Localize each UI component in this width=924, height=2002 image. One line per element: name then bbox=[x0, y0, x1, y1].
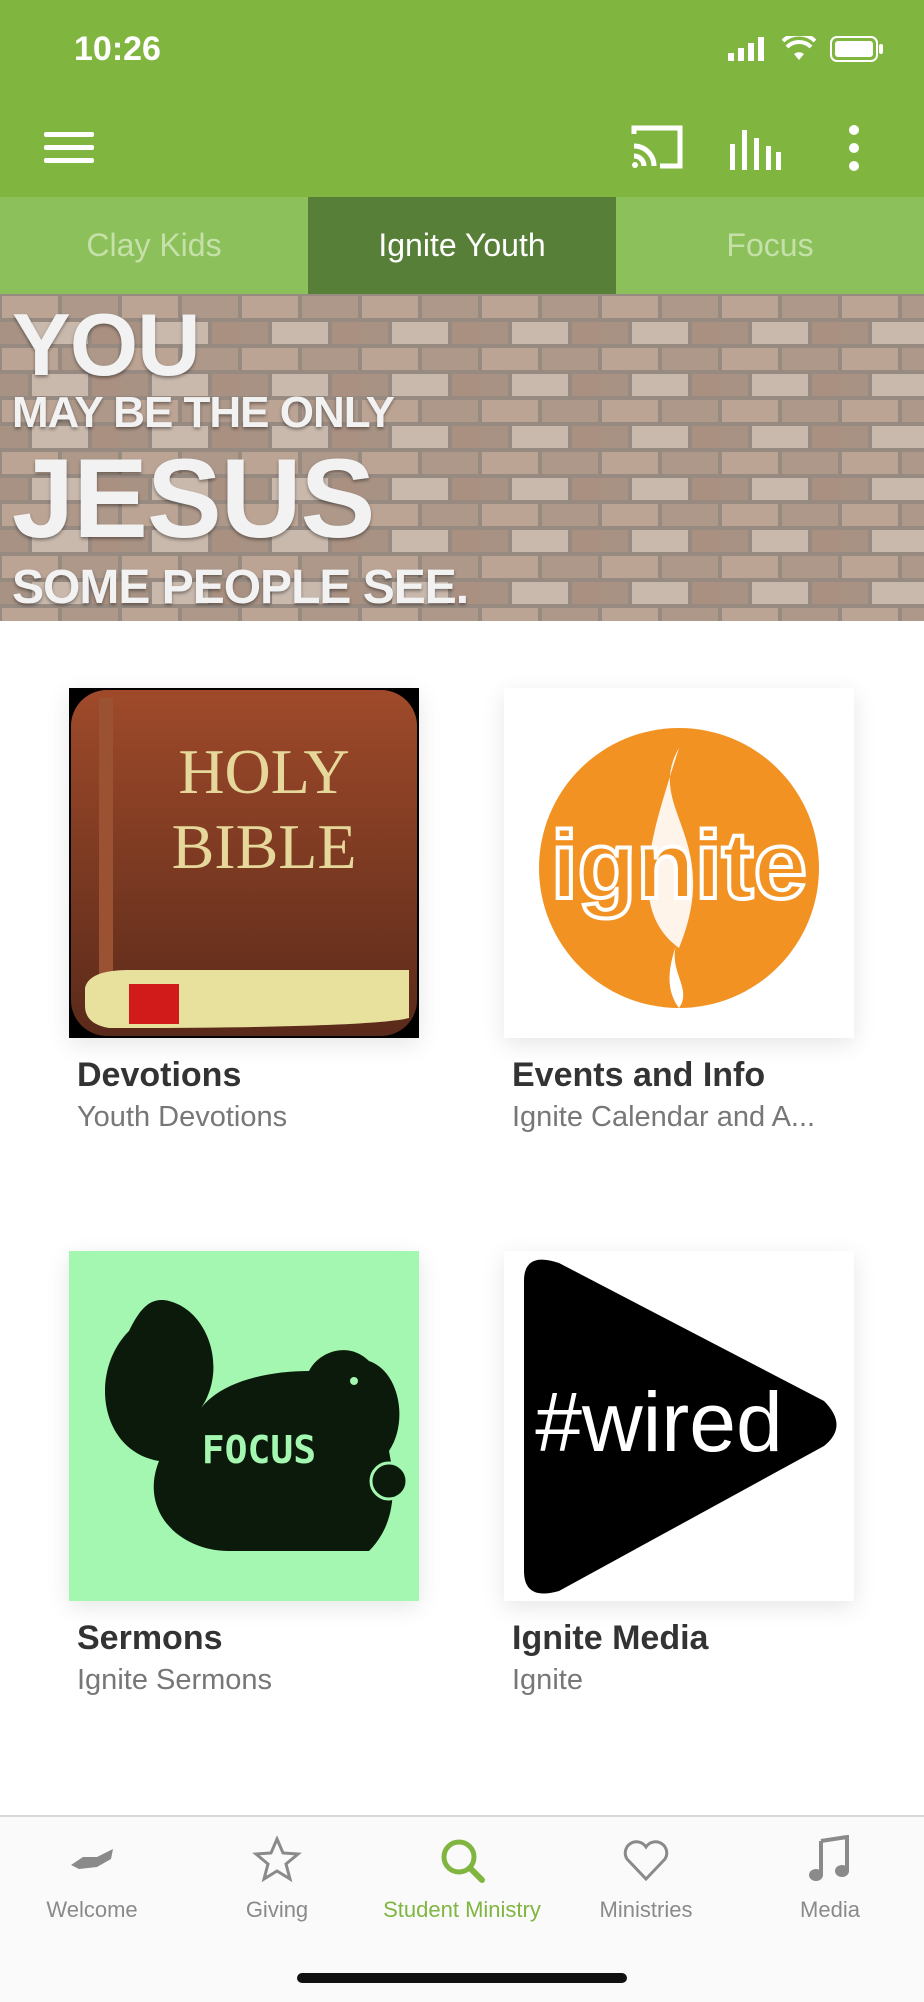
nav-student-ministry[interactable]: Student Ministry bbox=[370, 1835, 554, 1923]
play-wired-image: #wired bbox=[524, 1259, 837, 1594]
nav-label: Giving bbox=[245, 1897, 309, 1922]
card-subtitle: Ignite Sermons bbox=[77, 1664, 273, 1696]
card-title: Devotions bbox=[77, 1056, 242, 1094]
card-title: Events and Info bbox=[512, 1056, 766, 1094]
nav-label: Welcome bbox=[46, 1897, 138, 1922]
card-subtitle: Youth Devotions bbox=[77, 1101, 288, 1133]
battery-icon bbox=[830, 36, 883, 62]
nav-giving[interactable]: Giving bbox=[185, 1835, 369, 1923]
more-icon[interactable] bbox=[846, 124, 862, 172]
app-header: 10:26 bbox=[0, 0, 924, 197]
handshake-icon bbox=[71, 1849, 113, 1869]
card-subtitle: Ignite Calendar and A... bbox=[512, 1101, 816, 1133]
nav-ministries[interactable]: Ministries bbox=[554, 1835, 738, 1923]
ignite-art-text: ignite bbox=[551, 812, 807, 919]
focus-art-text: FOCUS bbox=[202, 1428, 316, 1472]
tab-focus[interactable]: Focus bbox=[616, 197, 924, 294]
menu-icon[interactable] bbox=[44, 128, 96, 168]
holy-bible-image: HOLY BIBLE bbox=[71, 690, 417, 1036]
cast-icon[interactable] bbox=[630, 124, 684, 170]
card-events-and-info[interactable]: ignite Events and Info Ignite Calendar a… bbox=[504, 688, 854, 1134]
nav-welcome[interactable]: Welcome bbox=[0, 1835, 184, 1923]
banner-line-4: SOME PEOPLE SEE. bbox=[12, 561, 469, 614]
status-time: 10:26 bbox=[74, 30, 161, 68]
focus-thumbnail: FOCUS bbox=[69, 1251, 419, 1601]
heart-icon bbox=[623, 1840, 669, 1882]
bible-art-line-1: HOLY bbox=[178, 736, 349, 807]
wifi-icon bbox=[782, 36, 816, 60]
banner-line-2: MAY BE THE ONLY bbox=[12, 388, 395, 437]
tab-ignite-youth[interactable]: Ignite Youth bbox=[308, 197, 616, 294]
squirrel-image: FOCUS bbox=[105, 1300, 409, 1551]
ministry-tabs: Clay Kids Ignite Youth Focus bbox=[0, 197, 924, 294]
nav-media[interactable]: Media bbox=[738, 1835, 922, 1923]
wired-thumbnail: #wired bbox=[504, 1251, 854, 1601]
status-icons bbox=[728, 36, 884, 62]
equalizer-icon[interactable] bbox=[728, 126, 782, 170]
bible-thumbnail: HOLY BIBLE bbox=[69, 688, 419, 1038]
music-note-icon bbox=[809, 1835, 849, 1881]
wired-art-text: #wired bbox=[535, 1375, 782, 1469]
card-title: Ignite Media bbox=[512, 1619, 709, 1657]
hero-banner[interactable]: YOU MAY BE THE ONLY JESUS SOME PEOPLE SE… bbox=[0, 294, 924, 621]
card-title: Sermons bbox=[77, 1619, 223, 1657]
tab-clay-kids[interactable]: Clay Kids bbox=[0, 197, 308, 294]
card-subtitle: Ignite bbox=[512, 1664, 583, 1696]
star-icon bbox=[252, 1835, 302, 1883]
home-indicator bbox=[297, 1973, 627, 1983]
nav-label: Student Ministry bbox=[383, 1897, 541, 1922]
search-icon bbox=[441, 1839, 485, 1883]
ignite-thumbnail: ignite bbox=[504, 688, 854, 1038]
card-sermons[interactable]: FOCUS Sermons Ignite Sermons bbox=[69, 1251, 419, 1697]
banner-line-3: JESUS bbox=[12, 436, 375, 561]
card-devotions[interactable]: HOLY BIBLE Devotions Youth Devotions bbox=[69, 688, 419, 1134]
signal-icon bbox=[728, 37, 764, 61]
ignite-logo: ignite bbox=[539, 728, 819, 1008]
banner-line-1: YOU bbox=[12, 295, 201, 394]
bible-art-line-2: BIBLE bbox=[172, 811, 357, 882]
card-ignite-media[interactable]: #wired Ignite Media Ignite bbox=[504, 1251, 854, 1697]
nav-label: Media bbox=[800, 1897, 860, 1922]
nav-label: Ministries bbox=[599, 1897, 693, 1922]
